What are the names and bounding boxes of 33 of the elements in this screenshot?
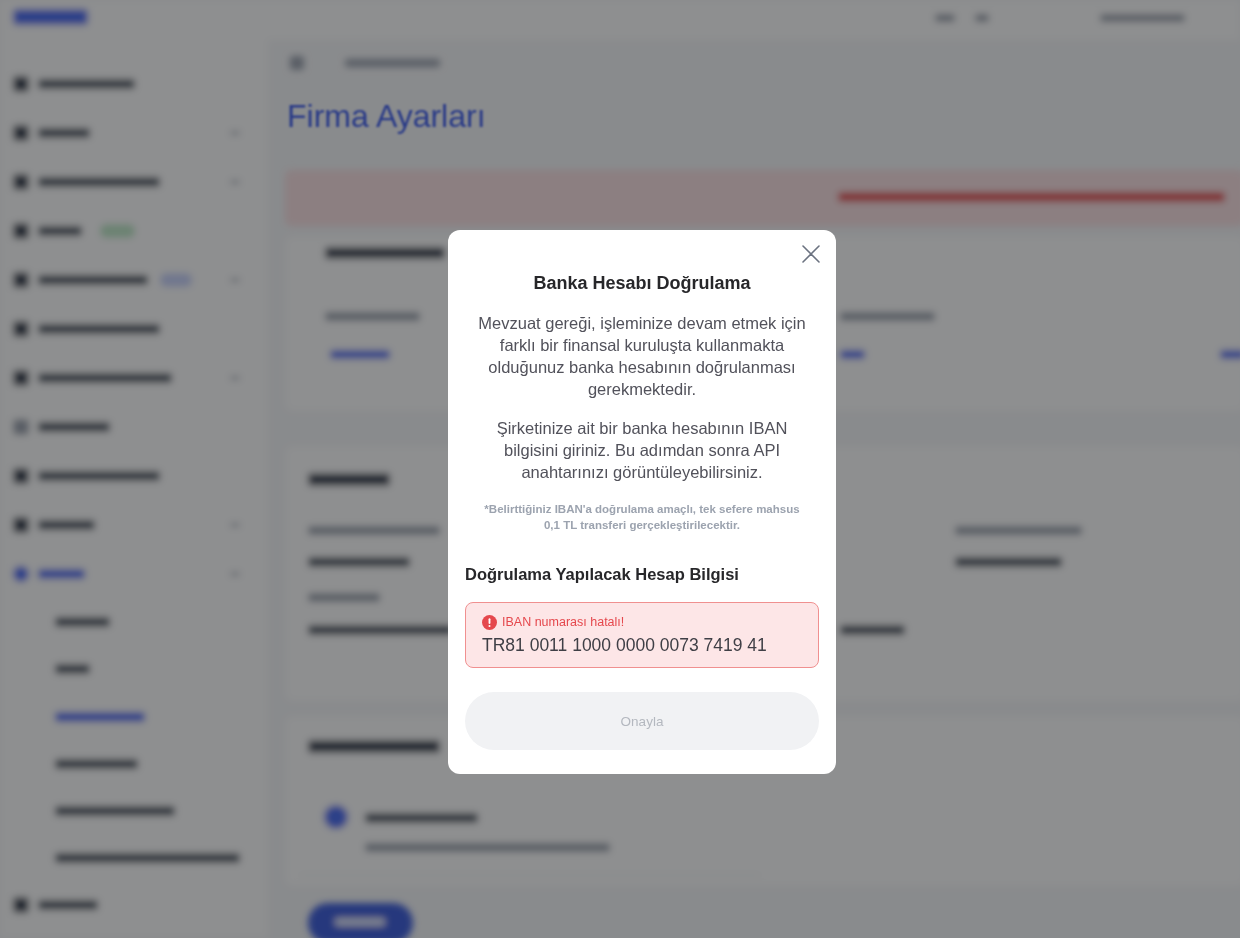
blurred-submenu-item[interactable]: [55, 853, 240, 863]
blurred-menu-item[interactable]: [13, 174, 240, 190]
section-title: Doğrulama Yapılacak Hesap Bilgisi: [465, 564, 740, 585]
iban-input[interactable]: TR81 0011 1000 0000 0073 7419 41: [482, 634, 802, 656]
blurred-submenu-item[interactable]: [55, 617, 110, 627]
error-message: IBAN numarası hatalı!: [502, 614, 625, 630]
blurred-submenu-item[interactable]: [55, 759, 138, 769]
blurred-menu-item[interactable]: [13, 566, 240, 582]
blurred-header-item[interactable]: [935, 14, 955, 22]
blurred-menu-item[interactable]: [13, 517, 240, 533]
blurred-breadcrumb[interactable]: [290, 56, 440, 70]
transfer-note: *Belirttiğiniz IBAN'a doğrulama amaçlı, tek sefere mahsus 0,1 TL transferi gerçekleştirilecektir.: [483, 502, 801, 533]
blurred-menu-item[interactable]: [13, 223, 135, 239]
dialog-paragraph: Şirketinize ait bir banka hesabının IBAN bilgisini giriniz. Bu adımdan sonra API anahtarınızı görüntüleyebilirsiniz.: [495, 418, 789, 483]
iban-field[interactable]: IBAN numarası hatalı! TR81 0011 1000 0000 0073 7419 41: [465, 602, 819, 668]
blurred-menu-item[interactable]: [13, 321, 160, 337]
blurred-menu-item[interactable]: [13, 370, 240, 386]
blurred-menu-item[interactable]: [13, 272, 240, 288]
blurred-menu-item[interactable]: [13, 897, 98, 913]
blurred-menu-item[interactable]: [13, 468, 160, 484]
dialog-title: Banka Hesabı Doğrulama: [532, 272, 752, 295]
blurred-button[interactable]: [308, 903, 413, 938]
blurred-menu-item[interactable]: [13, 76, 135, 92]
close-icon: [802, 245, 820, 263]
close-button[interactable]: [802, 245, 820, 263]
blurred-menu-item[interactable]: [13, 125, 240, 141]
exclamation-circle-icon: [482, 614, 497, 630]
blurred-submenu-item[interactable]: [55, 712, 145, 722]
blurred-menu-item[interactable]: [13, 419, 110, 435]
blurred-submenu-item[interactable]: [55, 806, 175, 816]
page-title: Firma Ayarları: [287, 98, 486, 134]
blurred-submenu-item[interactable]: [55, 664, 90, 674]
dialog-paragraph: Mevzuat gereği, işleminize devam etmek için farklı bir finansal kuruluşta kullanmakta olduğunuz banka hesabının doğrulanması gerekmektedir.: [477, 313, 807, 400]
